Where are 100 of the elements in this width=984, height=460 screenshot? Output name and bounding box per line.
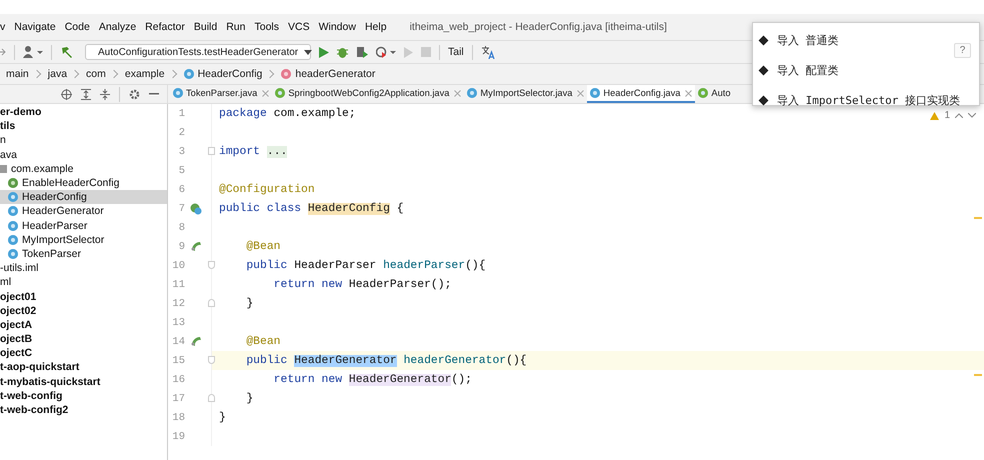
settings-icon[interactable] [129,88,140,100]
tree-item[interactable]: n [0,133,167,148]
hammer-icon[interactable] [60,46,73,58]
minimize-icon[interactable] [149,93,159,95]
editor-tab[interactable]: HeaderConfig.java [587,85,696,103]
tree-item[interactable]: t-mybatis-quickstart [0,374,167,389]
line-number: 15 [171,354,185,366]
collapse-all-icon[interactable] [100,88,110,100]
tree-item[interactable]: ava [0,148,167,162]
menu-item[interactable]: Code [64,21,90,33]
breadcrumb-item[interactable]: example [124,68,165,80]
tree-item[interactable]: HeaderParser [0,218,167,233]
tree-item[interactable]: t-aop-quickstart [0,360,167,375]
tree-item[interactable]: HeaderGenerator [0,204,167,218]
user-icon[interactable] [23,46,43,58]
code-line: @Bean [245,240,281,252]
tree-item[interactable]: TokenParser [0,246,167,262]
tree-item[interactable]: ojectA [0,318,167,332]
tree-item[interactable]: t-web-config2 [0,402,167,418]
close-icon[interactable] [685,90,692,96]
code-line: import ... [218,146,288,158]
locate-icon[interactable] [61,88,72,100]
warning-icon[interactable] [930,112,940,120]
editor-tab[interactable]: SpringbootWebConfig2Application.java [272,85,464,103]
menu-item[interactable]: v [0,21,6,33]
line-number: 10 [171,260,185,272]
tree-item[interactable]: oject02 [0,304,167,318]
line-number: 3 [178,146,185,158]
menu-item[interactable]: Analyze [98,21,136,33]
menu-item[interactable]: Window [318,21,356,33]
fold-icon[interactable] [208,299,215,307]
menu-item[interactable]: Navigate [14,21,56,33]
line-number: 6 [178,184,185,196]
menu-item[interactable]: VCS [288,21,310,33]
line-number: 18 [171,412,185,424]
translate-icon[interactable] [480,46,495,58]
fold-icon[interactable] [208,147,215,155]
run-configuration-dropdown[interactable]: AutoConfigurationTests.testHeaderGenerator [85,44,311,60]
expand-all-icon[interactable] [81,88,91,100]
tree-item[interactable]: -utils.iml [0,261,167,276]
menu-item[interactable]: Run [226,21,246,33]
breadcrumb-item[interactable]: com [86,68,106,80]
method-icon [281,69,292,79]
line-number: 16 [171,374,185,386]
editor-tab[interactable]: Auto [695,85,734,103]
tree-item[interactable]: t-web-config [0,388,167,403]
editor-tab[interactable]: MyImportSelector.java [464,85,588,103]
tree-item[interactable]: MyImportSelector [0,232,167,247]
code-line: public HeaderParser headerParser(){ [245,260,486,272]
menu-item[interactable]: Refactor [145,21,185,33]
tree-item[interactable]: ml [0,275,167,290]
popup-item[interactable]: 导入 配置类 [753,55,979,85]
class-icon [467,88,478,98]
close-icon[interactable] [577,90,584,96]
bean-icon[interactable] [190,241,202,252]
tail-button[interactable]: Tail [448,46,464,58]
run-icon[interactable] [319,46,329,58]
coverage-icon[interactable] [356,46,368,58]
bean-icon[interactable] [190,336,202,347]
tree-item[interactable]: com.example [0,162,167,176]
breadcrumb-item[interactable]: HeaderConfig [184,68,262,80]
window-title: itheima_web_project - HeaderConfig.java [itheima-utils] [410,21,667,33]
tree-item[interactable]: ojectB [0,332,167,346]
bug-icon[interactable] [337,46,348,58]
code-line: package com.example; [218,108,356,120]
line-number: 5 [178,164,185,176]
arrow-icon[interactable] [0,47,6,57]
line-number: 2 [178,126,185,138]
profiler-icon[interactable] [376,46,396,58]
breadcrumb-item[interactable]: main [6,68,29,80]
close-icon[interactable] [262,90,270,96]
warning-count[interactable]: 1 [944,110,950,121]
class-icon [8,220,18,231]
help-button[interactable]: ? [954,43,971,58]
tree-item[interactable]: tils [0,119,167,134]
tree-item[interactable]: ojectC [0,346,167,360]
editor-tab[interactable]: TokenParser.java [170,85,272,103]
tree-item[interactable]: HeaderConfig [0,190,167,204]
breadcrumb-item[interactable]: headerGenerator [281,68,376,80]
line-number: 11 [171,278,185,290]
breadcrumb-item[interactable]: java [48,68,68,80]
fold-icon[interactable] [208,261,215,269]
code-line: } [218,412,226,424]
tree-item[interactable]: er-demo [0,105,167,120]
tree-item[interactable]: EnableHeaderConfig [0,176,167,190]
menu-item[interactable]: Tools [254,21,279,33]
line-number: 1 [178,108,185,120]
class-icon [8,234,18,245]
fold-icon[interactable] [208,356,215,364]
caret-icon [304,50,312,54]
menu-item[interactable]: Build [194,21,218,33]
code-line: public class HeaderConfig { [218,202,404,214]
line-number: 14 [171,336,185,348]
tree-item[interactable]: oject01 [0,289,167,304]
class-icon [8,248,18,259]
fold-icon[interactable] [208,394,215,402]
close-icon[interactable] [454,90,462,96]
bean-icon[interactable] [190,203,202,215]
class-icon [698,88,708,98]
menu-item[interactable]: Help [364,21,387,33]
